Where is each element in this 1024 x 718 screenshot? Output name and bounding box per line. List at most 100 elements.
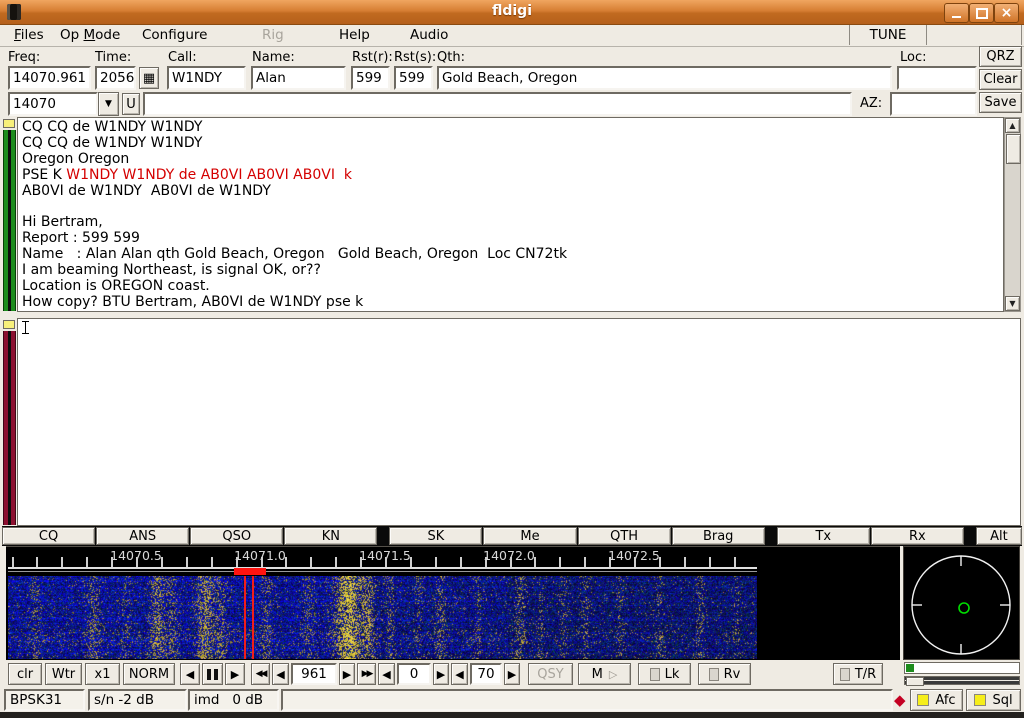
close-button[interactable]: × <box>994 3 1019 23</box>
save-button[interactable]: Save <box>979 92 1022 113</box>
menu-configure[interactable]: Configure <box>142 27 207 43</box>
menu-audio[interactable]: Audio <box>410 27 448 43</box>
titlebar[interactable]: fldigi × <box>0 0 1024 25</box>
menu-files[interactable]: Files <box>14 27 44 43</box>
waterfall-tick <box>261 557 263 567</box>
offset-field[interactable]: 0 <box>397 663 431 685</box>
rx-line: Name : Alan Alan qth Gold Beach, Oregon … <box>22 247 999 263</box>
info-status <box>281 689 893 711</box>
rst-received-field[interactable]: 599 <box>351 66 390 90</box>
macro-button-tx[interactable]: Tx <box>777 527 870 545</box>
carrier-down-button[interactable]: ◀ <box>272 663 289 685</box>
macro-store-button[interactable]: M▷ <box>578 663 631 685</box>
afc-button[interactable]: Afc <box>910 689 963 711</box>
qth-field[interactable]: Gold Beach, Oregon <box>437 66 892 90</box>
range-up-button[interactable]: ▶ <box>504 663 520 685</box>
clear-button[interactable]: Clear <box>979 69 1022 90</box>
rx-line: How copy? BTU Bertram, AB0VI de W1NDY ps… <box>22 295 999 311</box>
maximize-icon <box>976 8 988 19</box>
waterfall-spectrum[interactable] <box>8 576 757 659</box>
rx-scrollbar[interactable]: ▲ ▼ <box>1004 117 1021 312</box>
slider-handle[interactable] <box>906 677 924 686</box>
rx-squelch-button[interactable] <box>3 119 15 128</box>
norm-button[interactable]: NORM <box>123 663 175 685</box>
tune-button[interactable]: TUNE <box>849 25 927 45</box>
freq-field[interactable]: 14070.961 <box>8 66 91 90</box>
sql-indicator <box>974 694 986 706</box>
waterfall-cursor-marker[interactable] <box>234 568 266 575</box>
clear-waterfall-button[interactable]: clr <box>8 663 42 685</box>
waterfall-panel[interactable]: 14070.514071.014071.514072.014072.5 <box>6 546 900 660</box>
band-combo-field[interactable]: 14070 <box>8 92 98 116</box>
macro-alt-button[interactable]: Alt <box>976 527 1022 545</box>
sql-button[interactable]: Sql <box>966 689 1021 711</box>
range-field[interactable]: 70 <box>470 663 502 685</box>
tr-button[interactable]: T/R <box>833 663 883 685</box>
qsy-button: QSY <box>528 663 573 685</box>
macro-button-cq[interactable]: CQ <box>2 527 95 545</box>
waterfall-tick <box>435 557 437 567</box>
azimuth-field[interactable] <box>890 92 977 116</box>
wf-shift-left-button[interactable]: ◀ <box>180 663 200 685</box>
offset-down-button[interactable]: ◀ <box>378 663 395 685</box>
az-label: AZ: <box>860 96 882 111</box>
macro-separator <box>965 526 975 546</box>
pause-icon <box>207 669 218 680</box>
band-combo-arrow-button[interactable]: ▼ <box>98 92 119 116</box>
qrz-button[interactable]: QRZ <box>979 46 1022 67</box>
lock-button[interactable]: Lk <box>638 663 691 685</box>
minimize-button[interactable] <box>944 3 969 23</box>
macro-button-brag[interactable]: Brag <box>672 527 765 545</box>
carrier-frequency-field[interactable]: 961 <box>291 663 337 685</box>
offset-up-button[interactable]: ▶ <box>433 663 449 685</box>
mode-status[interactable]: BPSK31 <box>4 689 85 711</box>
carrier-up-button[interactable]: ▶ <box>339 663 355 685</box>
menu-op-mode[interactable]: Op Mode <box>60 27 120 43</box>
afc-indicator <box>917 694 929 706</box>
macro-button-sk[interactable]: SK <box>389 527 482 545</box>
waterfall-tick <box>12 557 14 567</box>
macro-button-kn[interactable]: KN <box>284 527 377 545</box>
usb-lsb-button[interactable]: U <box>122 93 140 115</box>
tx-squelch-button[interactable] <box>3 320 15 329</box>
wf-shift-right-button[interactable]: ▶ <box>225 663 245 685</box>
rx-line: PSE K W1NDY W1NDY de AB0VI AB0VI AB0VI k <box>22 168 999 184</box>
rx-line: Oregon Oregon <box>22 152 999 168</box>
rx-scrollbar-thumb[interactable] <box>1006 134 1021 164</box>
range-down-button[interactable]: ◀ <box>451 663 468 685</box>
window-title: fldigi <box>0 3 1024 19</box>
scroll-down-button[interactable]: ▼ <box>1005 296 1020 311</box>
macro-button-ans[interactable]: ANS <box>96 527 189 545</box>
wf-pause-button[interactable] <box>202 663 223 685</box>
macro-button-qth[interactable]: QTH <box>578 527 671 545</box>
tx-caret <box>22 321 29 334</box>
carrier-line <box>252 576 254 659</box>
squelch-slider[interactable] <box>904 676 1020 685</box>
macro-button-me[interactable]: Me <box>483 527 576 545</box>
menu-help[interactable]: Help <box>339 27 370 43</box>
macro-button-rx[interactable]: Rx <box>871 527 964 545</box>
tx-text-panel[interactable] <box>17 318 1021 526</box>
tr-indicator <box>840 668 850 681</box>
time-field[interactable]: 2056 <box>95 66 136 90</box>
carrier-coarse-up-button[interactable]: ▶▶ <box>357 663 376 685</box>
locator-field[interactable] <box>897 66 977 90</box>
scroll-up-button[interactable]: ▲ <box>1005 118 1020 133</box>
call-field[interactable]: W1NDY <box>167 66 246 90</box>
rx-line: Report : 599 599 <box>22 231 999 247</box>
notes-field[interactable] <box>143 92 852 116</box>
reverse-button[interactable]: Rv <box>698 663 751 685</box>
rx-line: AB0VI de W1NDY AB0VI de W1NDY <box>22 184 999 200</box>
macro-separator <box>378 526 388 546</box>
macro-button-qso[interactable]: QSO <box>190 527 283 545</box>
rx-text-panel[interactable]: CQ CQ de W1NDY W1NDYCQ CQ de W1NDY W1NDY… <box>17 117 1004 312</box>
maximize-button[interactable] <box>969 3 994 23</box>
busy-diamond-icon: ◆ <box>894 691 906 709</box>
zoom-x1-button[interactable]: x1 <box>85 663 120 685</box>
name-field[interactable]: Alan <box>251 66 346 90</box>
waterfall-mode-button[interactable]: Wtr <box>45 663 82 685</box>
tr-label: T/R <box>855 667 876 682</box>
carrier-coarse-down-button[interactable]: ◀◀ <box>251 663 270 685</box>
rst-sent-field[interactable]: 599 <box>394 66 433 90</box>
time-keypad-button[interactable]: ▦ <box>139 67 159 89</box>
